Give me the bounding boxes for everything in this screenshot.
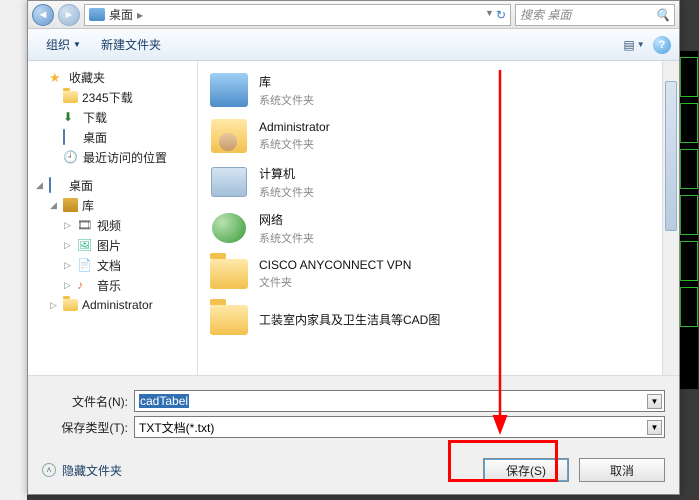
search-input[interactable]: 搜索 桌面 🔍 xyxy=(515,4,675,26)
folder-icon xyxy=(210,305,248,335)
document-icon: 📄 xyxy=(77,258,93,272)
list-item[interactable]: 网络系统文件夹 xyxy=(202,205,675,251)
tree-music[interactable]: ▷♪音乐 xyxy=(28,275,197,295)
network-icon xyxy=(212,213,246,243)
list-item[interactable]: CISCO ANYCONNECT VPN文件夹 xyxy=(202,251,675,297)
back-button[interactable]: ◄ xyxy=(32,4,54,26)
nav-tree: ★收藏夹 2345下载 ⬇下载 桌面 🕘最近访问的位置 ◢桌面 ◢库 ▷🎞视频 … xyxy=(28,61,198,375)
star-icon: ★ xyxy=(49,70,65,84)
tree-pictures[interactable]: ▷🖼图片 xyxy=(28,235,197,255)
organize-button[interactable]: 组织▼ xyxy=(36,32,91,57)
expand-icon[interactable]: ▷ xyxy=(48,300,59,311)
folder-icon xyxy=(89,8,105,21)
tree-desktop-root[interactable]: ◢桌面 xyxy=(28,175,197,195)
expand-icon[interactable]: ▷ xyxy=(62,280,73,291)
desktop-icon xyxy=(63,129,65,145)
cancel-button[interactable]: 取消 xyxy=(579,458,665,482)
list-item[interactable]: 工装室内家具及卫生洁具等CAD图 xyxy=(202,297,675,343)
tree-2345[interactable]: 2345下载 xyxy=(28,87,197,107)
tree-library[interactable]: ◢库 xyxy=(28,195,197,215)
list-item[interactable]: Administrator系统文件夹 xyxy=(202,113,675,159)
file-list[interactable]: 库系统文件夹 Administrator系统文件夹 计算机系统文件夹 网络系统文… xyxy=(198,61,679,375)
tree-video[interactable]: ▷🎞视频 xyxy=(28,215,197,235)
breadcrumb[interactable]: 桌面 ▸ ▼ ↻ xyxy=(84,4,511,26)
filetype-label: 保存类型(T): xyxy=(42,419,134,436)
save-button[interactable]: 保存(S) xyxy=(483,458,569,482)
list-item[interactable]: 库系统文件夹 xyxy=(202,67,675,113)
hide-folders-toggle[interactable]: ˄ 隐藏文件夹 xyxy=(42,462,122,479)
dropdown-icon[interactable]: ▼ xyxy=(485,8,494,22)
footer: ˄ 隐藏文件夹 保存(S) 取消 xyxy=(28,452,679,494)
video-icon: 🎞 xyxy=(77,218,93,232)
tree-favorites[interactable]: ★收藏夹 xyxy=(28,67,197,87)
tree-admin[interactable]: ▷Administrator xyxy=(28,295,197,315)
tree-downloads[interactable]: ⬇下载 xyxy=(28,107,197,127)
folder-icon xyxy=(210,259,248,289)
chevron-right-icon: ▸ xyxy=(137,8,143,22)
scrollbar-thumb[interactable] xyxy=(665,81,677,231)
collapse-icon[interactable]: ◢ xyxy=(48,200,59,211)
expand-icon[interactable]: ▷ xyxy=(62,260,73,271)
picture-icon: 🖼 xyxy=(77,238,93,252)
breadcrumb-location: 桌面 xyxy=(109,6,133,23)
filename-input[interactable]: cadTabel ▼ xyxy=(134,390,665,412)
forward-button[interactable]: ► xyxy=(58,4,80,26)
expand-icon[interactable]: ▷ xyxy=(62,240,73,251)
tree-docs[interactable]: ▷📄文档 xyxy=(28,255,197,275)
filetype-value: TXT文档(*.txt) xyxy=(139,419,214,436)
filename-value: cadTabel xyxy=(139,394,189,408)
search-placeholder: 搜索 桌面 xyxy=(520,6,571,23)
list-item[interactable]: 计算机系统文件夹 xyxy=(202,159,675,205)
scrollbar[interactable] xyxy=(662,61,679,375)
user-folder-icon xyxy=(211,119,247,153)
chevron-down-icon: ▼ xyxy=(73,40,81,49)
music-icon: ♪ xyxy=(77,278,93,292)
recent-icon: 🕘 xyxy=(63,150,79,164)
desktop-icon xyxy=(49,177,51,193)
dropdown-icon[interactable]: ▼ xyxy=(647,420,662,435)
download-icon: ⬇ xyxy=(63,110,79,124)
computer-icon xyxy=(211,167,247,197)
filetype-select[interactable]: TXT文档(*.txt) ▼ xyxy=(134,416,665,438)
tree-recent[interactable]: 🕘最近访问的位置 xyxy=(28,147,197,167)
search-icon: 🔍 xyxy=(655,8,670,22)
new-folder-button[interactable]: 新建文件夹 xyxy=(91,32,171,57)
dropdown-icon[interactable]: ▼ xyxy=(647,394,662,409)
help-button[interactable]: ? xyxy=(653,36,671,54)
filename-label: 文件名(N): xyxy=(42,393,134,410)
address-bar: ◄ ► 桌面 ▸ ▼ ↻ 搜索 桌面 🔍 xyxy=(28,1,679,29)
view-options-button[interactable]: ▤ ▼ xyxy=(623,35,645,55)
library-icon xyxy=(210,73,248,107)
folder-icon xyxy=(63,299,78,311)
save-dialog: ◄ ► 桌面 ▸ ▼ ↻ 搜索 桌面 🔍 组织▼ 新建文件夹 ▤ ▼ ? xyxy=(27,0,680,495)
fields-area: 文件名(N): cadTabel ▼ 保存类型(T): TXT文档(*.txt)… xyxy=(28,375,679,452)
collapse-icon[interactable]: ◢ xyxy=(34,180,45,191)
toolbar: 组织▼ 新建文件夹 ▤ ▼ ? xyxy=(28,29,679,61)
folder-icon xyxy=(63,91,78,103)
refresh-icon[interactable]: ↻ xyxy=(496,8,506,22)
expand-icon[interactable]: ▷ xyxy=(62,220,73,231)
library-icon xyxy=(63,198,78,212)
tree-desktop[interactable]: 桌面 xyxy=(28,127,197,147)
expand-icon: ˄ xyxy=(42,463,56,477)
